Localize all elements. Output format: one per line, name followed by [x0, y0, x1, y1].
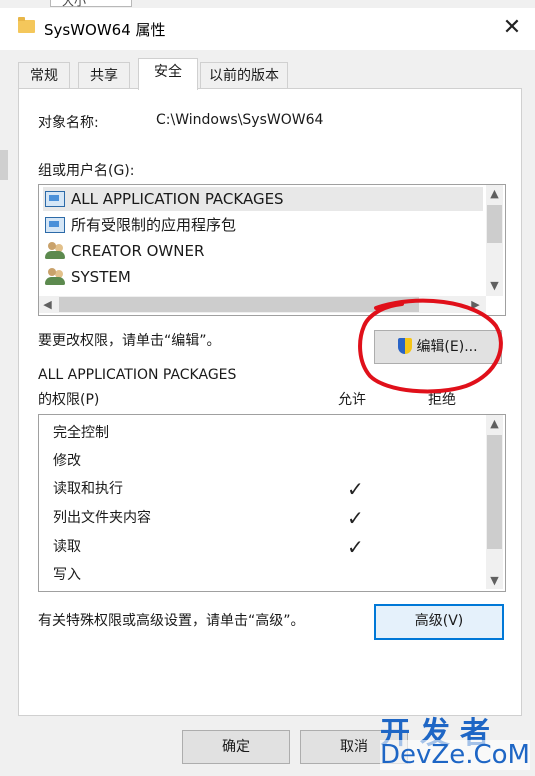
allow-check-icon: ✓ [347, 535, 364, 559]
table-row: 列出文件夹内容 ✓ [53, 506, 364, 530]
close-button[interactable]: ✕ [498, 14, 526, 42]
advanced-hint: 有关特殊权限或高级设置，请单击“高级”。 [38, 613, 305, 629]
scroll-up-icon[interactable]: ▲ [486, 415, 503, 432]
table-row: 读取和执行 ✓ [53, 477, 364, 501]
list-item[interactable]: CREATOR OWNER [43, 239, 483, 263]
table-row: 完全控制 [53, 425, 109, 441]
package-icon [45, 191, 65, 207]
groups-label: 组或用户名(G): [38, 163, 135, 179]
permissions-vertical-scrollbar[interactable]: ▲ ▼ [486, 415, 503, 589]
scroll-down-icon[interactable]: ▼ [486, 572, 503, 589]
scroll-down-icon[interactable]: ▼ [486, 277, 503, 294]
allow-check-icon: ✓ [347, 506, 364, 530]
object-name-label: 对象名称: [38, 115, 99, 131]
permissions-listbox[interactable]: 完全控制 修改 读取和执行 ✓ 列出文件夹内容 ✓ 读取 ✓ 写入 ▲ ▼ [38, 414, 506, 592]
watermark-en: DevZe.CoM [380, 740, 530, 770]
list-item[interactable]: SYSTEM [43, 265, 483, 289]
object-name-value: C:\Windows\SysWOW64 [156, 112, 324, 128]
list-item[interactable]: 所有受限制的应用程序包 [43, 213, 483, 237]
advanced-button[interactable]: 高级(V) [374, 604, 504, 640]
folder-icon [18, 17, 35, 33]
allow-check-icon: ✓ [347, 477, 364, 501]
background-window-edge [0, 150, 8, 180]
scroll-up-icon[interactable]: ▲ [486, 185, 503, 202]
scroll-left-icon[interactable]: ◀ [39, 296, 56, 313]
permissions-group-name: ALL APPLICATION PACKAGES [38, 367, 237, 383]
package-icon [45, 217, 65, 233]
red-circle-annotation [358, 298, 503, 394]
permissions-label: 的权限(P) [38, 392, 100, 408]
tab-security[interactable]: 安全 [138, 58, 198, 90]
user-group-icon [45, 242, 65, 260]
list-item[interactable]: ALL APPLICATION PACKAGES [43, 187, 483, 211]
tab-sharing[interactable]: 共享 [78, 62, 130, 89]
groups-vertical-scrollbar[interactable]: ▲ ▼ [486, 185, 503, 296]
window-title: SysWOW64 属性 [44, 21, 166, 39]
user-group-icon [45, 268, 65, 286]
table-row: 修改 [53, 453, 81, 469]
table-row: 读取 ✓ [53, 535, 364, 559]
scroll-thumb[interactable] [487, 205, 502, 243]
tab-previous-versions[interactable]: 以前的版本 [200, 62, 288, 89]
tab-general[interactable]: 常规 [18, 62, 70, 89]
change-hint: 要更改权限，请单击“编辑”。 [38, 333, 221, 349]
ok-button[interactable]: 确定 [182, 730, 290, 764]
table-row: 写入 [53, 567, 81, 583]
scroll-thumb[interactable] [487, 435, 502, 549]
